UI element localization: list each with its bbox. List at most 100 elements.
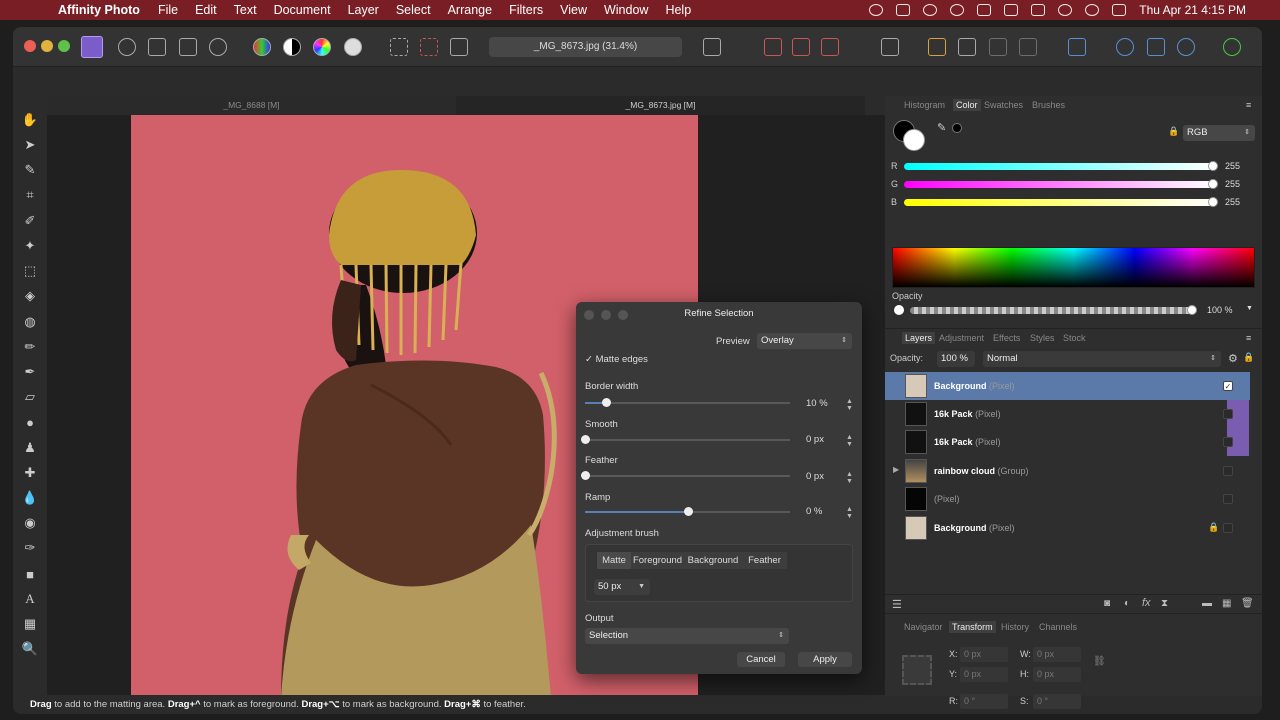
auto-contrast-icon[interactable] bbox=[283, 38, 301, 56]
auto-levels-icon[interactable] bbox=[253, 38, 271, 56]
flood-fill-tool-icon[interactable]: ◈ bbox=[22, 288, 38, 304]
bluetooth-icon[interactable] bbox=[1004, 4, 1019, 16]
arrange-bottom-icon[interactable] bbox=[1019, 38, 1037, 56]
layers-stack-icon[interactable]: ☰ bbox=[892, 598, 902, 611]
ramp-stepper[interactable]: ▲ ▼ bbox=[846, 506, 854, 520]
menu-help[interactable]: Help bbox=[665, 3, 691, 17]
mode-foreground-button[interactable]: Foreground bbox=[631, 552, 684, 569]
opacity-slider-knob[interactable] bbox=[1187, 305, 1197, 315]
feather-slider[interactable] bbox=[581, 471, 790, 480]
battery-icon[interactable] bbox=[1031, 4, 1046, 16]
paint-brush-tool-icon[interactable]: ✏ bbox=[22, 339, 38, 355]
layer-row[interactable]: 16k Pack (Pixel) bbox=[885, 428, 1250, 456]
deselect-icon[interactable] bbox=[420, 38, 438, 56]
tab-navigator[interactable]: Navigator bbox=[904, 622, 943, 632]
r-value[interactable]: 255 bbox=[1225, 161, 1240, 171]
mesh-warp-tool-icon[interactable]: ▦ bbox=[22, 616, 38, 632]
add-layer-icon[interactable]: ▦ bbox=[1222, 598, 1231, 609]
opacity-chevron-icon[interactable]: ▼ bbox=[1246, 305, 1253, 312]
text-tool-icon[interactable]: A bbox=[22, 591, 38, 607]
blur-tool-icon[interactable]: 💧 bbox=[22, 490, 38, 506]
arrange-back-icon[interactable] bbox=[928, 38, 946, 56]
color-picker-tool-icon[interactable]: ✎ bbox=[22, 162, 38, 178]
rotation-field[interactable]: 0 ° bbox=[960, 694, 1008, 709]
move-tool-icon[interactable]: ➤ bbox=[22, 137, 38, 153]
menu-file[interactable]: File bbox=[158, 3, 178, 17]
brush-size-select[interactable]: 50 px ▼ bbox=[594, 579, 650, 595]
b-slider[interactable] bbox=[904, 197, 1218, 207]
photo-persona-icon[interactable] bbox=[81, 36, 103, 58]
layer-visibility-checkbox[interactable] bbox=[1223, 494, 1233, 504]
cancel-button[interactable]: Cancel bbox=[737, 652, 785, 667]
layer-visibility-checkbox[interactable] bbox=[1223, 437, 1233, 447]
flood-select-tool-icon[interactable]: ✦ bbox=[22, 238, 38, 254]
menu-clock[interactable]: Thu Apr 21 4:15 PM bbox=[1139, 3, 1246, 17]
gradient-tool-icon[interactable]: ◍ bbox=[22, 314, 38, 330]
export-persona-icon[interactable] bbox=[209, 38, 227, 56]
w-field[interactable]: 0 px bbox=[1033, 647, 1081, 662]
matte-edges-checkbox[interactable]: ✓ Matte edges bbox=[585, 354, 648, 365]
adjustment-icon[interactable]: ◐ bbox=[1124, 598, 1130, 609]
pen-tool-icon[interactable]: ✑ bbox=[22, 540, 38, 556]
zoom-window-button[interactable] bbox=[58, 40, 70, 52]
layer-visibility-checkbox[interactable]: ✓ bbox=[1223, 381, 1233, 391]
ramp-knob[interactable] bbox=[683, 507, 693, 516]
healing-tool-icon[interactable]: ✚ bbox=[22, 465, 38, 481]
wifi-icon[interactable] bbox=[1058, 4, 1073, 16]
volume-icon[interactable] bbox=[977, 4, 992, 16]
color-picker-icon[interactable]: ✎ bbox=[937, 121, 946, 134]
color-replacement-tool-icon[interactable]: ✒ bbox=[22, 364, 38, 380]
mode-feather-button[interactable]: Feather bbox=[742, 552, 787, 569]
menu-filters[interactable]: Filters bbox=[509, 3, 543, 17]
close-window-button[interactable] bbox=[24, 40, 36, 52]
develop-persona-icon[interactable] bbox=[148, 38, 166, 56]
tab-history[interactable]: History bbox=[1001, 622, 1029, 632]
menu-window[interactable]: Window bbox=[604, 3, 648, 17]
tab-brushes[interactable]: Brushes bbox=[1032, 100, 1065, 110]
menu-text[interactable]: Text bbox=[234, 3, 257, 17]
boolean-subtract-icon[interactable] bbox=[1147, 38, 1165, 56]
tab-mg-8688[interactable]: _MG_8688 [M] bbox=[47, 96, 456, 115]
apply-button[interactable]: Apply bbox=[798, 652, 852, 667]
b-slider-knob[interactable] bbox=[1208, 197, 1218, 207]
menu-view[interactable]: View bbox=[560, 3, 587, 17]
auto-white-balance-icon[interactable] bbox=[344, 38, 362, 56]
boolean-intersect-icon[interactable] bbox=[1177, 38, 1195, 56]
snapping-icon[interactable] bbox=[764, 38, 782, 56]
display-icon[interactable] bbox=[896, 4, 911, 16]
zoom-tool-icon[interactable]: 🔍 bbox=[22, 641, 38, 657]
live-filter-icon[interactable]: ⧗ bbox=[1161, 598, 1168, 609]
b-value[interactable]: 255 bbox=[1225, 197, 1240, 207]
menu-document[interactable]: Document bbox=[274, 3, 331, 17]
secondary-color-swatch[interactable] bbox=[903, 129, 925, 151]
y-field[interactable]: 0 px bbox=[960, 667, 1008, 682]
tab-channels[interactable]: Channels bbox=[1039, 622, 1077, 632]
border-width-slider[interactable] bbox=[585, 398, 790, 407]
menu-layer[interactable]: Layer bbox=[348, 3, 379, 17]
marquee-icon[interactable] bbox=[390, 38, 408, 56]
tab-adjustment[interactable]: Adjustment bbox=[939, 333, 984, 343]
mode-background-button[interactable]: Background bbox=[684, 552, 742, 569]
preview-select[interactable]: Overlay ⇕ bbox=[757, 333, 852, 349]
menu-arrange[interactable]: Arrange bbox=[448, 3, 492, 17]
spotlight-icon[interactable] bbox=[1085, 4, 1100, 16]
assistant-icon[interactable] bbox=[792, 38, 810, 56]
tab-stock[interactable]: Stock bbox=[1063, 333, 1086, 343]
lock-icon[interactable]: 🔒 bbox=[1208, 522, 1219, 533]
airdrop-icon[interactable] bbox=[950, 4, 965, 16]
color-mode-select[interactable]: RGB ⇕ bbox=[1183, 125, 1255, 141]
boolean-add-icon[interactable] bbox=[1116, 38, 1134, 56]
output-select[interactable]: Selection ⇕ bbox=[585, 628, 789, 644]
link-icon[interactable]: ⛓ bbox=[1093, 656, 1106, 667]
tab-layers[interactable]: Layers bbox=[902, 332, 936, 344]
selection-brush-tool-icon[interactable]: ✐ bbox=[22, 213, 38, 229]
layer-visibility-checkbox[interactable] bbox=[1223, 409, 1233, 419]
layer-row[interactable]: Background (Pixel) ✓ bbox=[885, 372, 1250, 400]
crop-tool-icon[interactable]: ⌗ bbox=[22, 187, 38, 203]
border-width-knob[interactable] bbox=[601, 398, 611, 407]
menu-edit[interactable]: Edit bbox=[195, 3, 217, 17]
smooth-knob[interactable] bbox=[581, 435, 590, 444]
hand-tool-icon[interactable]: ✋ bbox=[22, 112, 38, 128]
tab-color[interactable]: Color bbox=[953, 99, 981, 111]
feather-stepper[interactable]: ▲ ▼ bbox=[846, 471, 854, 485]
